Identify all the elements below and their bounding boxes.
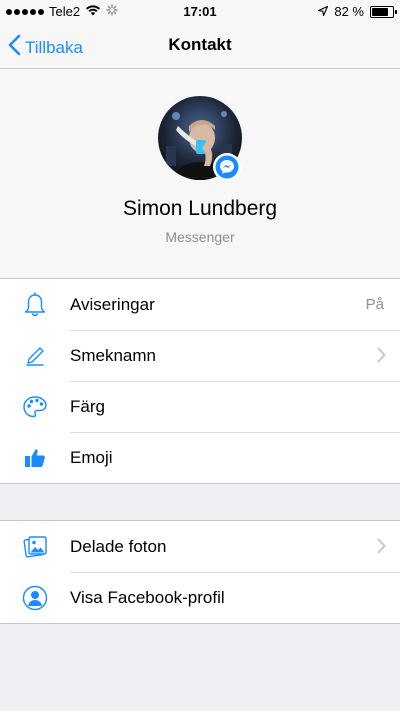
bell-icon	[21, 291, 49, 319]
pencil-icon	[21, 342, 49, 370]
profile-name: Simon Lundberg	[122, 197, 278, 220]
photos-icon	[21, 533, 49, 561]
row-color[interactable]: Färg	[0, 381, 400, 432]
status-right: 82 %	[318, 4, 397, 19]
battery-percent: 82 %	[334, 4, 364, 19]
row-facebook-profile[interactable]: Visa Facebook-profil	[0, 572, 400, 623]
row-label: Visa Facebook-profil	[70, 587, 225, 607]
palette-icon	[21, 393, 49, 421]
chevron-right-icon	[377, 538, 386, 559]
row-value: På	[365, 296, 384, 313]
location-arrow-icon	[318, 4, 329, 19]
row-shared-photos[interactable]: Delade foton	[0, 521, 400, 572]
profile-subtitle: Messenger	[165, 229, 235, 245]
more-group: Delade foton Visa Facebook-profil	[0, 520, 400, 624]
page-title: Kontakt	[168, 35, 232, 54]
battery-icon	[370, 5, 397, 18]
row-nickname[interactable]: Smeknamn	[0, 330, 400, 381]
profile-header: Simon Lundberg Messenger	[0, 69, 400, 279]
status-bar: Tele2 17:01 82 %	[0, 0, 400, 24]
settings-group: Aviseringar På Smeknamn Färg Emoji	[0, 278, 400, 484]
chevron-right-icon	[377, 347, 386, 368]
person-icon	[21, 584, 49, 612]
row-label: Smeknamn	[70, 345, 156, 365]
nav-bar: Tillbaka Kontakt	[0, 24, 400, 69]
row-emoji[interactable]: Emoji	[0, 432, 400, 483]
thumbs-up-icon	[21, 444, 49, 472]
row-label: Delade foton	[70, 536, 167, 556]
row-label: Emoji	[70, 447, 113, 467]
row-label: Aviseringar	[70, 294, 155, 314]
row-notifications[interactable]: Aviseringar På	[0, 279, 400, 330]
row-label: Färg	[70, 396, 105, 416]
messenger-badge-icon	[213, 153, 241, 181]
